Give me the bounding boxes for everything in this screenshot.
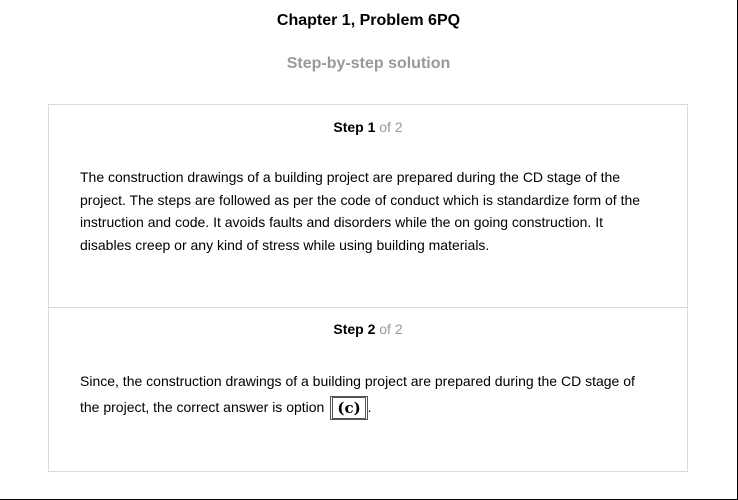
step-2-label: Step 2 <box>333 321 376 337</box>
answer-option: (c) <box>332 397 366 420</box>
step-2: Step 2 of 2 Since, the construction draw… <box>49 307 687 471</box>
step-1-header: Step 1 of 2 <box>49 119 687 135</box>
step-2-body: Since, the construction drawings of a bu… <box>80 368 653 421</box>
step-1-label: Step 1 <box>333 119 376 135</box>
solution-card: Step 1 of 2 The construction drawings of… <box>48 104 688 472</box>
step-2-count: of 2 <box>379 321 403 337</box>
page-subtitle: Step-by-step solution <box>286 55 451 72</box>
step-2-suffix: . <box>367 399 372 415</box>
answer-box: (c) <box>330 396 368 421</box>
step-1-text: The construction drawings of a building … <box>80 169 641 253</box>
step-1-count: of 2 <box>379 119 403 135</box>
page-title: Chapter 1, Problem 6PQ <box>276 12 461 29</box>
step-2-header: Step 2 of 2 <box>49 321 687 337</box>
step-1: Step 1 of 2 The construction drawings of… <box>49 105 687 308</box>
